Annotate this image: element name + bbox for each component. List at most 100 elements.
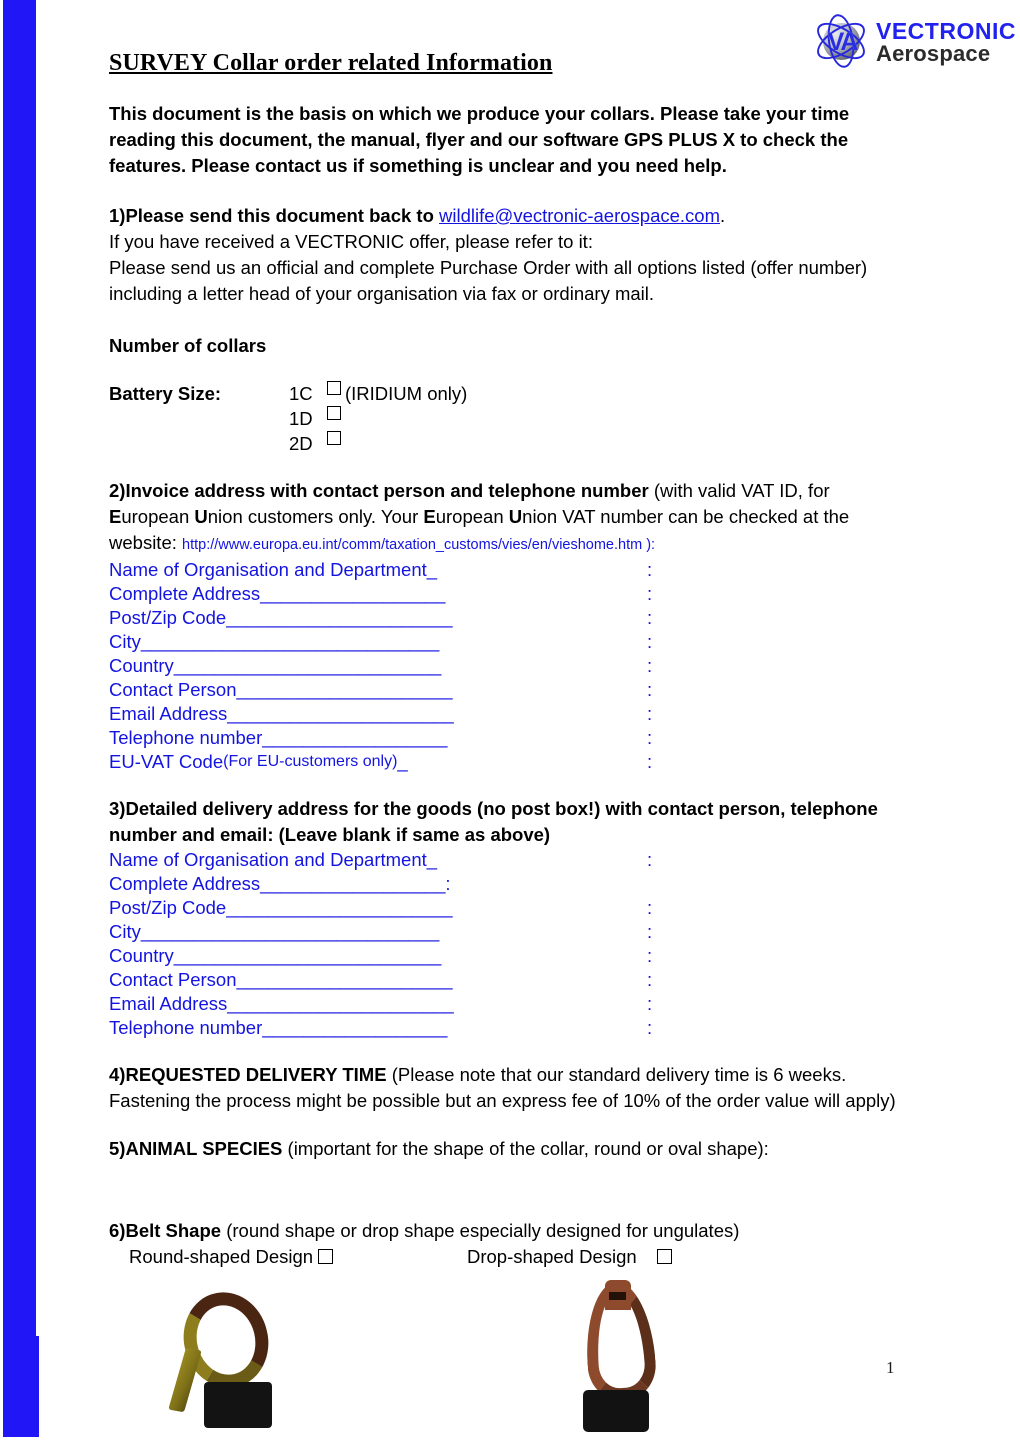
battery-option-code: 1C — [289, 383, 313, 404]
field-label: City — [109, 921, 141, 942]
drop-collar-photo — [567, 1279, 687, 1432]
battery-option-1d-checkbox[interactable] — [327, 406, 341, 420]
field-label: Contact Person — [109, 969, 237, 990]
number-of-collars-heading: Number of collars — [109, 335, 267, 356]
round-collar-gps-unit — [204, 1382, 272, 1428]
field-label: EU-VAT Code — [109, 751, 224, 772]
field-rule[interactable]: _____________________ — [237, 678, 453, 702]
field-label: Telephone number — [109, 727, 263, 748]
section-1-number: 1) — [109, 205, 126, 226]
section-4-lead: REQUESTED DELIVERY TIME — [125, 1064, 387, 1085]
invoice-address-fields: Name of Organisation and Department _: Co… — [109, 558, 899, 774]
belt-shape-options: Round-shaped Design Drop-shaped Design — [109, 1244, 899, 1272]
page-number: 1 — [886, 1358, 895, 1377]
field-label: Contact Person — [109, 679, 237, 700]
field-colon: : — [647, 607, 653, 628]
battery-option-1c-note: (IRIDIUM only) — [345, 383, 468, 404]
field-rule[interactable]: ______________________ — [226, 606, 452, 630]
section-3-heading: 3)Detailed delivery address for the good… — [109, 796, 899, 848]
field-row: City _____________________________: — [109, 920, 899, 944]
field-rule[interactable]: _ — [397, 750, 407, 774]
field-colon: : — [647, 993, 653, 1014]
field-rule[interactable]: __________________ — [260, 582, 445, 606]
field-colon: : — [647, 921, 653, 942]
field-rule[interactable]: __________________________ — [174, 944, 442, 968]
field-colon: : — [647, 969, 653, 990]
field-label: City — [109, 631, 141, 652]
left-margin-blue-bar-lower — [3, 1336, 39, 1437]
field-colon: : — [647, 751, 653, 772]
field-row: Country __________________________: — [109, 654, 899, 678]
field-label: Email Address — [109, 703, 228, 724]
field-colon: : — [647, 679, 653, 700]
drop-shaped-design-option[interactable]: Drop-shaped Design — [467, 1244, 673, 1270]
round-shaped-design-checkbox[interactable] — [318, 1249, 334, 1264]
field-label: Country — [109, 655, 174, 676]
field-rule[interactable]: __________________________ — [174, 654, 442, 678]
field-rule[interactable]: _ — [427, 848, 437, 872]
battery-option-2d-checkbox[interactable] — [327, 431, 341, 445]
field-label: Post/Zip Code — [109, 897, 227, 918]
field-row: Email Address ______________________: — [109, 702, 899, 726]
page-title: SURVEY Collar order related Information — [109, 50, 553, 76]
field-colon: : — [647, 945, 653, 966]
field-colon: : — [647, 655, 653, 676]
field-label: Post/Zip Code — [109, 607, 227, 628]
section-2-eu-rest2: nion customers only. Your — [207, 506, 424, 527]
field-row: Email Address ______________________: — [109, 992, 899, 1016]
section-2-lead: Invoice address with contact person and … — [125, 480, 649, 501]
field-row: Complete Address __________________: — [109, 872, 899, 896]
section-5-number: 5) — [109, 1138, 126, 1159]
battery-option-code: 1D — [289, 408, 313, 429]
field-rule[interactable]: __________________ — [260, 872, 445, 896]
field-row: City _____________________________: — [109, 630, 899, 654]
document-body: SURVEY Collar order related Information … — [109, 0, 899, 1440]
field-label: Telephone number — [109, 1017, 263, 1038]
drop-shaped-design-checkbox[interactable] — [657, 1249, 673, 1264]
field-rule[interactable]: __________________ — [262, 726, 447, 750]
section-2-eu-u1: U — [194, 506, 208, 527]
field-row: Country __________________________: — [109, 944, 899, 968]
drop-collar-display — [609, 1292, 626, 1300]
battery-size-row: 1D — [109, 406, 899, 431]
battery-option-1c-checkbox[interactable] — [327, 381, 341, 395]
drop-shaped-design-label: Drop-shaped Design — [467, 1246, 637, 1267]
section-2-heading: 2)Invoice address with contact person an… — [109, 478, 899, 558]
field-rule[interactable]: __________________ — [262, 1016, 447, 1040]
field-colon: : — [647, 583, 653, 604]
field-rule[interactable]: ______________________ — [226, 896, 452, 920]
round-collar-strap-tail — [168, 1347, 202, 1413]
round-shaped-design-label: Round-shaped Design — [129, 1246, 314, 1267]
field-rule[interactable]: _ — [427, 558, 437, 582]
section-4-number: 4) — [109, 1064, 126, 1085]
battery-size-row: 2D — [109, 431, 899, 456]
wildlife-email-link[interactable]: wildlife@vectronic-aerospace.com — [439, 205, 720, 226]
section-1-line-3: Please send us an official and complete … — [109, 257, 868, 304]
field-colon: : — [647, 1017, 653, 1038]
field-row: Telephone number __________________: — [109, 1016, 899, 1040]
section-2-body-a: (with valid VAT ID, for — [648, 480, 830, 501]
section-5-heading: 5)ANIMAL SPECIES (important for the shap… — [109, 1136, 899, 1162]
battery-size-group: Battery Size: 1C (IRIDIUM only) 1D 2D — [109, 381, 899, 456]
vies-vat-check-url[interactable]: http://www.europa.eu.int/comm/taxation_c… — [182, 537, 655, 553]
battery-size-row: Battery Size: 1C (IRIDIUM only) — [109, 381, 899, 406]
field-rule[interactable]: ______________________ — [227, 992, 453, 1016]
field-rule[interactable]: _____________________________ — [141, 920, 439, 944]
field-colon: : — [647, 559, 653, 580]
field-rule[interactable]: ______________________ — [227, 702, 453, 726]
field-colon-inline: : — [445, 873, 451, 894]
section-6-number: 6) — [109, 1220, 126, 1241]
field-rule[interactable]: _____________________________ — [141, 630, 439, 654]
field-rule[interactable]: _____________________ — [237, 968, 453, 992]
field-row: EU-VAT Code (For EU-customers only) _: — [109, 750, 899, 774]
section-5-lead: ANIMAL SPECIES — [125, 1138, 283, 1159]
field-colon: : — [647, 703, 653, 724]
field-label: Email Address — [109, 993, 228, 1014]
round-shaped-design-option[interactable]: Round-shaped Design — [129, 1244, 334, 1270]
drop-collar-gps-unit — [583, 1390, 649, 1432]
battery-size-label-spacer — [109, 406, 289, 431]
section-1: 1)Please send this document back to wild… — [109, 203, 899, 307]
field-label: Name of Organisation and Department — [109, 559, 427, 580]
section-6-lead: Belt Shape — [125, 1220, 222, 1241]
field-colon: : — [647, 849, 653, 870]
